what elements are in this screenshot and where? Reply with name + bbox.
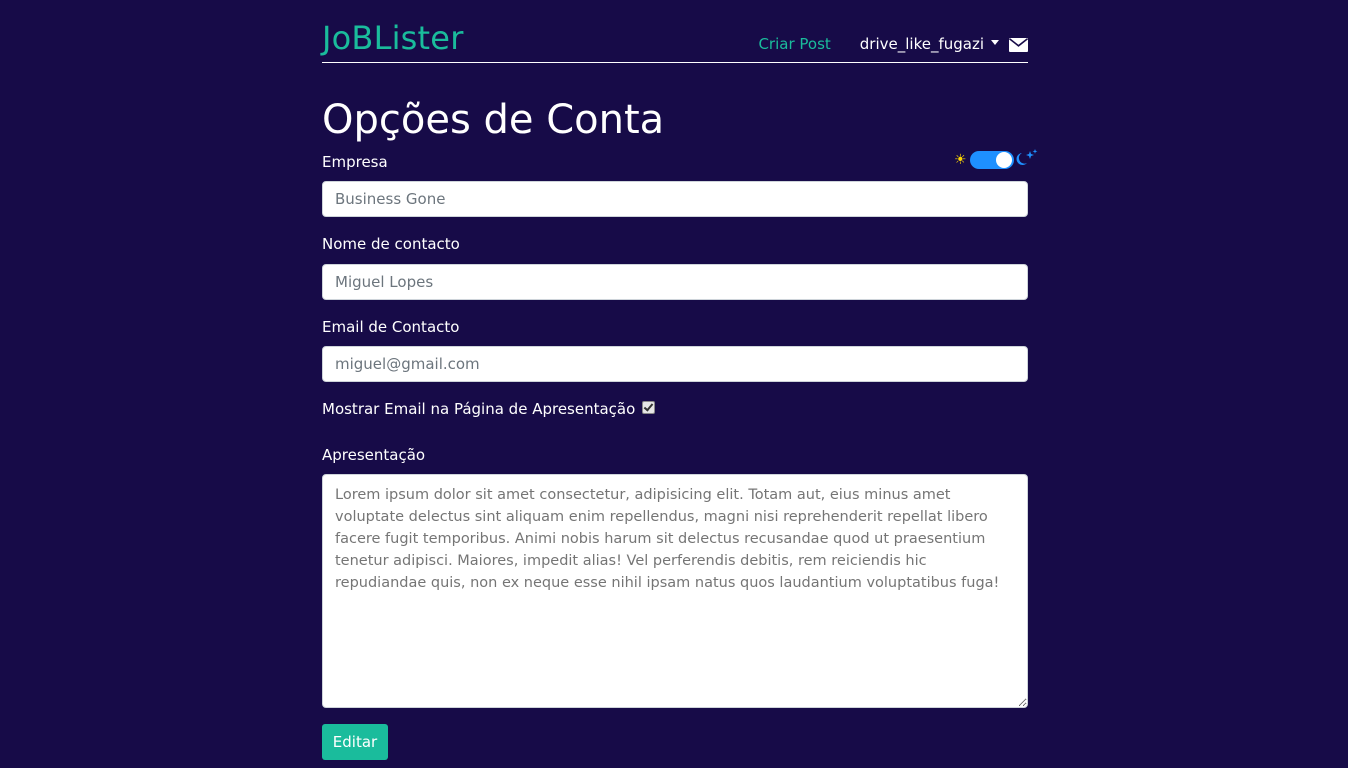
user-dropdown[interactable]: drive_like_fugazi [860, 35, 999, 53]
create-post-link[interactable]: Criar Post [758, 35, 830, 53]
sun-icon: ☀ [954, 152, 967, 168]
edit-button[interactable]: Editar [322, 724, 388, 760]
show-email-row: Mostrar Email na Página de Apresentação [322, 400, 656, 418]
navbar: JoBLister Criar Post drive_like_fugazi [322, 0, 1028, 63]
toggle-knob [996, 152, 1012, 168]
envelope-icon[interactable] [1009, 37, 1028, 52]
presentation-label: Apresentação [322, 446, 426, 464]
contact-name-input[interactable] [322, 264, 1028, 300]
contact-email-input[interactable] [322, 346, 1028, 382]
contact-name-label: Nome de contacto [322, 235, 460, 253]
page-title: Opções de Conta [322, 97, 665, 143]
main-container: JoBLister Criar Post drive_like_fugazi O… [322, 0, 1038, 760]
toggle-track[interactable] [970, 151, 1014, 169]
moon-stars-icon [1015, 149, 1039, 174]
contact-email-label: Email de Contacto [322, 318, 460, 336]
username-label: drive_like_fugazi [859, 35, 984, 53]
theme-toggle[interactable]: ☀ [954, 147, 1042, 173]
brand-logo[interactable]: JoBLister [322, 18, 464, 58]
company-input[interactable] [322, 181, 1028, 217]
nav-right: Criar Post drive_like_fugazi [758, 35, 1028, 53]
show-email-label: Mostrar Email na Página de Apresentação [322, 400, 636, 418]
presentation-textarea[interactable] [322, 474, 1028, 708]
company-label: Empresa [322, 153, 388, 171]
chevron-down-icon [991, 40, 999, 45]
show-email-checkbox[interactable] [642, 400, 656, 414]
